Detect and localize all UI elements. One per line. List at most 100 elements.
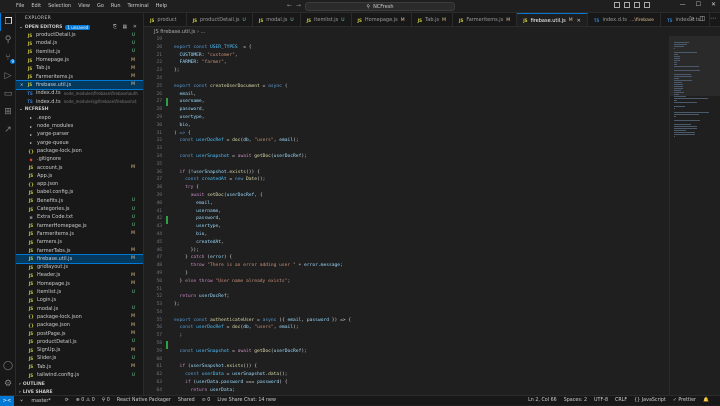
file-tree-item[interactable]: JSfarmerHomepage.jsU — [16, 222, 143, 230]
open-editor-item[interactable]: JSFarmeritems.jsM — [16, 72, 143, 80]
language-mode[interactable]: {} JavaScript — [634, 398, 666, 403]
tab-firebase-util-js[interactable]: JSfirebase.util.jsM✕ — [517, 13, 588, 27]
file-tree-item[interactable]: JSbabel.config.js — [16, 188, 143, 196]
file-tree-item[interactable]: JSgridlayout.js — [16, 263, 143, 271]
file-tree-item[interactable]: JSFarmeritems.jsM — [16, 230, 143, 238]
outline-header[interactable]: ›OUTLINE — [16, 380, 144, 388]
settings-gear-icon[interactable]: ⚙ — [0, 375, 16, 393]
open-editor-item[interactable]: JSHomepage.jsM — [16, 56, 143, 64]
file-tree-item[interactable]: JSApp.js — [16, 172, 143, 180]
file-tree-item[interactable]: JSHeader.jsM — [16, 271, 143, 279]
file-tree-item[interactable]: JSmodal.jsU — [16, 305, 143, 313]
file-tree-item[interactable]: JStailwind.config.jsU — [16, 371, 143, 379]
menu-item-edit[interactable]: Edit — [31, 3, 41, 9]
menu-item-file[interactable]: File — [16, 3, 24, 9]
close-icon[interactable]: ✕ — [711, 1, 716, 8]
file-tree-item[interactable]: JSfarmers.js — [16, 238, 143, 246]
sync-icon[interactable]: ⟳ — [65, 398, 69, 404]
close-icon[interactable]: ✕ — [20, 82, 24, 87]
menu-item-run[interactable]: Run — [111, 3, 121, 9]
layout-controls[interactable] — [610, 2, 650, 8]
layout-icon[interactable] — [624, 2, 630, 8]
file-tree-item[interactable]: JSproductDetail.jsU — [16, 338, 143, 346]
minimap[interactable] — [669, 36, 720, 395]
tab-farmeritems-js[interactable]: JSFarmeritems.jsM — [453, 13, 517, 27]
open-editor-item[interactable]: JSproductDetail.jsU — [16, 31, 143, 39]
file-tree-item[interactable]: {}package-lock.jsonM — [16, 313, 143, 321]
file-tree-item[interactable]: JSCategories.jsU — [16, 205, 143, 213]
file-tree-item[interactable]: JSaccount.jsM — [16, 163, 143, 171]
encoding[interactable]: UTF-8 — [594, 398, 608, 403]
file-tree-item[interactable]: JSpostPage.jsM — [16, 329, 143, 337]
code-content[interactable]: export const USER_TYPES = { CUSTOMER: "c… — [174, 36, 351, 395]
open-editor-item[interactable]: TSindex.d.tsnode_modules\firebase\fireba… — [16, 89, 143, 97]
remote-explorer-icon[interactable]: ▭ — [0, 85, 16, 103]
command-center-search[interactable]: ⚲NCFresh — [305, 2, 455, 11]
file-tree-item[interactable]: JSSlider.jsU — [16, 354, 143, 362]
run-icon[interactable]: ▷ — [690, 15, 695, 22]
menu-item-view[interactable]: View — [78, 3, 90, 9]
open-editors-tools[interactable]: ⎘ ▦ ✕ — [113, 24, 139, 30]
menu-item-go[interactable]: Go — [97, 3, 104, 9]
tab-productdetail-js[interactable]: JSproductDetail.jsU — [187, 13, 253, 27]
file-tree-item[interactable]: {}app.json — [16, 180, 143, 188]
notifications-icon[interactable]: 🔔 — [703, 398, 709, 403]
branch-indicator[interactable]: ⑂ master* — [20, 398, 58, 404]
file-tree-item[interactable]: ▸.expo — [16, 114, 143, 122]
open-editor-item[interactable]: JSTab.jsM — [16, 64, 143, 72]
open-editors-header[interactable]: ⌄ OPEN EDITORS 1 unsaved ⎘ ▦ ✕ — [16, 23, 143, 31]
open-editor-item[interactable]: TSindex.d.tsnode_modules\@firebase\fireb… — [16, 97, 143, 105]
file-tree-item[interactable]: JSTab.jsM — [16, 363, 143, 371]
problems-indicator[interactable]: ⊗ 0 ⚠ 0 — [76, 398, 95, 404]
file-tree-item[interactable]: ◆.gitignore — [16, 155, 143, 163]
extensions-icon[interactable]: ⊞ — [0, 103, 16, 121]
explorer-icon[interactable]: ❐ — [0, 13, 16, 31]
tab-itemlist-js[interactable]: JSitemlist.jsU — [301, 13, 352, 27]
layout-icon[interactable] — [614, 2, 620, 8]
live-share-icon[interactable]: ↗ — [0, 121, 16, 139]
nav-arrows[interactable]: ← → — [287, 2, 301, 9]
menu-item-help[interactable]: Help — [156, 3, 167, 9]
minimize-icon[interactable]: — — [680, 1, 686, 8]
split-editor-icon[interactable]: ◫ — [699, 15, 705, 22]
run-debug-icon[interactable]: ▷ — [0, 67, 16, 85]
live-share-header[interactable]: ›LIVE SHARE — [16, 388, 144, 395]
file-tree-item[interactable]: JSLogin.js — [16, 296, 143, 304]
menu-item-selection[interactable]: Selection — [48, 3, 71, 9]
file-tree-item[interactable]: {}package-lock.json — [16, 147, 143, 155]
open-editor-item[interactable]: JSmodal.jsU — [16, 39, 143, 47]
tab-index-d-ts[interactable]: TSindex.d.ts...\firebase — [588, 13, 661, 27]
file-tree-item[interactable]: ▸yarge-queue — [16, 139, 143, 147]
line-ending[interactable]: CRLF — [615, 398, 627, 403]
shared-indicator[interactable]: Shared — [178, 398, 195, 404]
indentation[interactable]: Spaces: 2 — [564, 398, 587, 403]
file-tree-item[interactable]: JSSignUp.jsM — [16, 346, 143, 354]
remote-indicator[interactable]: >< — [0, 396, 14, 406]
layout-icon[interactable] — [634, 2, 640, 8]
project-header[interactable]: ⌄ NCFRESH — [16, 106, 143, 114]
account-icon[interactable]: ◯ — [0, 357, 16, 375]
code-editor[interactable]: 1920212223242526272829303132333435363738… — [144, 36, 669, 395]
live-share-chat[interactable]: Live Share Chat: 14 new — [217, 398, 276, 404]
file-tree-item[interactable]: ≡Extra Code.txtU — [16, 213, 143, 221]
open-editor-item[interactable]: JSitemlist.jsU — [16, 48, 143, 56]
tab-modal-js[interactable]: JSmodal.jsU — [253, 13, 301, 27]
open-editor-item[interactable]: ✕JSfirebase.util.jsM — [16, 81, 143, 89]
zero-indicator[interactable]: ⊙ 0 — [202, 398, 211, 404]
file-tree-item[interactable]: JSfirebase.util.jsM — [16, 255, 143, 263]
file-tree-item[interactable]: JSBenefits.jsU — [16, 197, 143, 205]
rn-packager[interactable]: React Native Packager — [117, 398, 171, 404]
more-actions-icon[interactable]: ⋯ — [710, 15, 716, 22]
file-tree-item[interactable]: JSitemlist.jsU — [16, 288, 143, 296]
ports-indicator[interactable]: ⚲ 0 — [102, 398, 110, 404]
layout-icon[interactable] — [644, 2, 650, 8]
tab-product[interactable]: JSproduct — [144, 13, 187, 27]
tab-tab-js[interactable]: JSTab.jsM — [412, 13, 453, 27]
file-tree-item[interactable]: JSHomepage.jsM — [16, 280, 143, 288]
file-tree-item[interactable]: {}package.jsonM — [16, 321, 143, 329]
search-icon[interactable]: ⚲ — [0, 31, 16, 49]
breadcrumb[interactable]: JS firebase.util.js › ... — [144, 27, 720, 36]
maximize-icon[interactable]: ☐ — [696, 1, 701, 8]
menu-item-terminal[interactable]: Terminal — [128, 3, 149, 9]
cursor-position[interactable]: Ln 2, Col 66 — [528, 398, 557, 403]
